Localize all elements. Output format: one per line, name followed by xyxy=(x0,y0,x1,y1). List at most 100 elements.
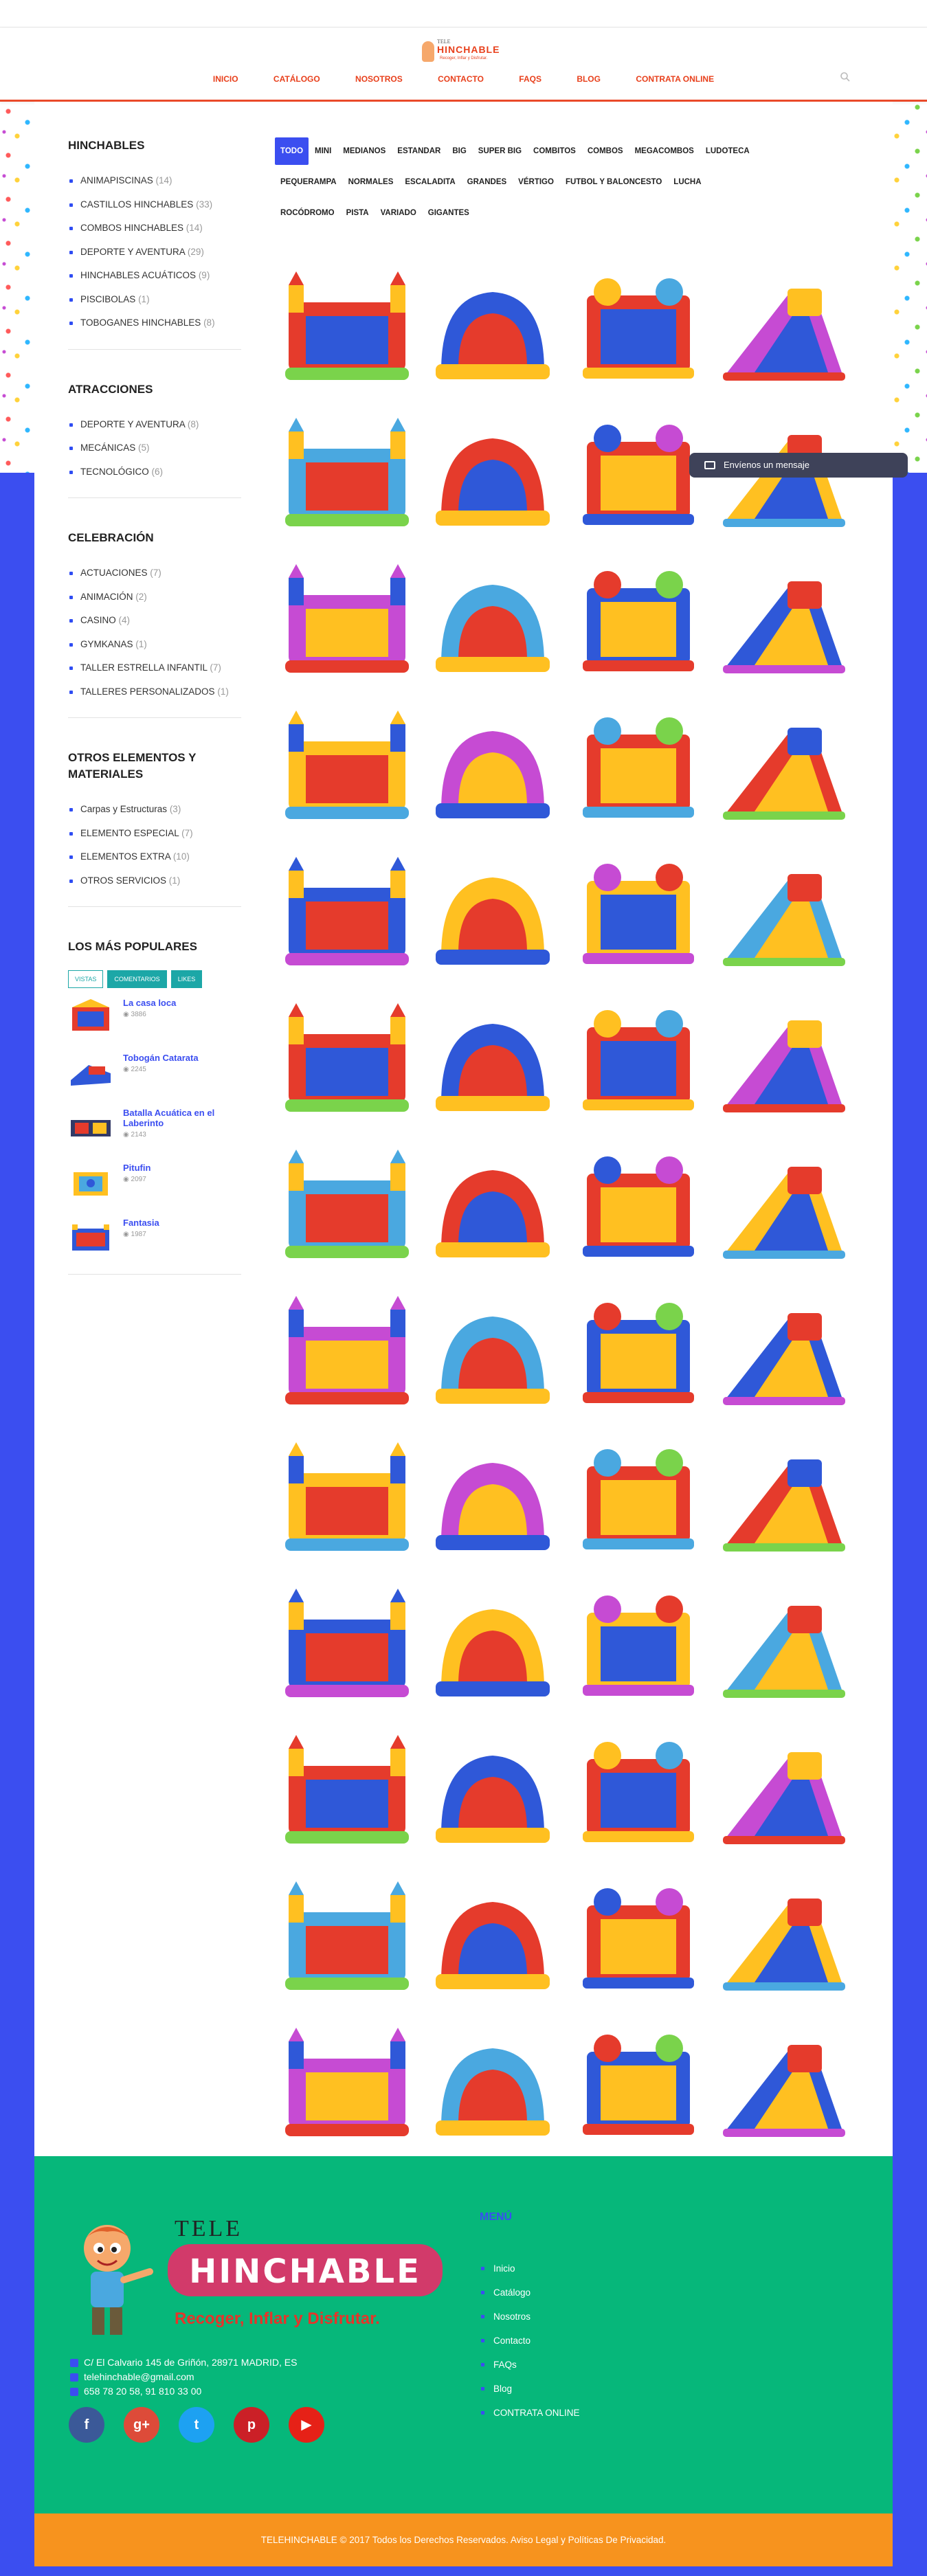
category-item[interactable]: ACTUACIONES (7) xyxy=(68,561,241,585)
tab-likes[interactable]: LIKES xyxy=(170,970,203,988)
product-thumbnail[interactable] xyxy=(712,254,856,399)
popular-item[interactable]: Batalla Acuática en el Laberinto ◉ 2143 xyxy=(68,1108,241,1150)
footer-menu-item[interactable]: Nosotros xyxy=(480,2305,580,2329)
product-thumbnail[interactable] xyxy=(275,1279,419,1423)
product-thumbnail[interactable] xyxy=(421,986,565,1130)
product-thumbnail[interactable] xyxy=(421,2011,565,2155)
product-thumbnail[interactable] xyxy=(566,693,711,838)
product-thumbnail[interactable] xyxy=(275,986,419,1130)
product-thumbnail[interactable] xyxy=(68,998,113,1033)
footer-menu-item[interactable]: Catálogo xyxy=(480,2281,580,2305)
category-item[interactable]: CASTILLOS HINCHABLES (33) xyxy=(68,193,241,217)
twitter-icon[interactable]: t xyxy=(179,2407,214,2443)
category-item[interactable]: ELEMENTOS EXTRA (10) xyxy=(68,845,241,869)
product-thumbnail[interactable] xyxy=(712,693,856,838)
category-item[interactable]: ANIMACIÓN (2) xyxy=(68,585,241,609)
product-thumbnail[interactable] xyxy=(712,986,856,1130)
product-thumbnail[interactable] xyxy=(421,840,565,984)
product-thumbnail[interactable] xyxy=(712,1571,856,1716)
nav-faqs[interactable]: FAQS xyxy=(519,74,541,84)
filter-gigantes[interactable]: GIGANTES xyxy=(423,199,475,227)
email-link[interactable]: telehinchable@gmail.com xyxy=(84,2371,194,2382)
product-thumbnail[interactable] xyxy=(712,840,856,984)
phone-number[interactable]: 658 78 20 58, 91 810 33 00 xyxy=(84,2386,201,2397)
nav-inicio[interactable]: INICIO xyxy=(213,74,238,84)
filter-futbol-baloncesto[interactable]: FUTBOL Y BALONCESTO xyxy=(560,168,667,196)
footer-menu-item[interactable]: Inicio xyxy=(480,2256,580,2281)
product-thumbnail[interactable] xyxy=(712,1425,856,1569)
product-thumbnail[interactable] xyxy=(68,1163,113,1198)
product-thumbnail[interactable] xyxy=(421,1571,565,1716)
filter-ludoteca[interactable]: LUDOTECA xyxy=(700,137,755,165)
filter-variado[interactable]: VARIADO xyxy=(375,199,422,227)
product-thumbnail[interactable] xyxy=(421,1132,565,1277)
footer-menu-item[interactable]: CONTRATA ONLINE xyxy=(480,2401,580,2425)
footer-menu-item[interactable]: Blog xyxy=(480,2377,580,2401)
product-thumbnail[interactable] xyxy=(275,1425,419,1569)
product-thumbnail[interactable] xyxy=(275,547,419,691)
nav-blog[interactable]: BLOG xyxy=(577,74,601,84)
category-item[interactable]: CASINO (4) xyxy=(68,609,241,633)
category-item[interactable]: TOBOGANES HINCHABLES (8) xyxy=(68,311,241,335)
popular-item[interactable]: Tobogán Catarata ◉ 2245 xyxy=(68,1053,241,1095)
filter-normales[interactable]: NORMALES xyxy=(343,168,399,196)
product-thumbnail[interactable] xyxy=(275,1132,419,1277)
category-item[interactable]: Carpas y Estructuras (3) xyxy=(68,798,241,822)
nav-contacto[interactable]: CONTACTO xyxy=(438,74,484,84)
product-thumbnail[interactable] xyxy=(566,1279,711,1423)
category-item[interactable]: TALLERES PERSONALIZADOS (1) xyxy=(68,680,241,704)
product-thumbnail[interactable] xyxy=(566,1571,711,1716)
filter-rocodromo[interactable]: ROCÓDROMO xyxy=(275,199,340,227)
filter-pista[interactable]: PISTA xyxy=(341,199,375,227)
filter-big[interactable]: BIG xyxy=(447,137,471,165)
facebook-icon[interactable]: f xyxy=(69,2407,104,2443)
footer-menu-item[interactable]: FAQs xyxy=(480,2353,580,2377)
product-thumbnail[interactable] xyxy=(421,1864,565,2008)
category-item[interactable]: TECNOLÓGICO (6) xyxy=(68,460,241,484)
popular-title[interactable]: La casa loca xyxy=(123,998,176,1008)
filter-todo[interactable]: TODO xyxy=(275,137,309,165)
youtube-icon[interactable]: ▶ xyxy=(289,2407,324,2443)
product-thumbnail[interactable] xyxy=(421,1425,565,1569)
product-thumbnail[interactable] xyxy=(421,401,565,545)
product-thumbnail[interactable] xyxy=(566,2011,711,2155)
product-thumbnail[interactable] xyxy=(566,840,711,984)
product-thumbnail[interactable] xyxy=(275,840,419,984)
popular-title[interactable]: Tobogán Catarata xyxy=(123,1053,199,1063)
tab-vistas[interactable]: VISTAS xyxy=(68,970,104,988)
product-thumbnail[interactable] xyxy=(275,2011,419,2155)
product-thumbnail[interactable] xyxy=(421,1718,565,1862)
filter-combitos[interactable]: COMBITOS xyxy=(528,137,581,165)
product-thumbnail[interactable] xyxy=(421,1279,565,1423)
filter-mini[interactable]: MINI xyxy=(309,137,337,165)
filter-pequerampa[interactable]: PEQUERAMPA xyxy=(275,168,342,196)
nav-catalogo[interactable]: CATÁLOGO xyxy=(273,74,320,84)
category-item[interactable]: PISCIBOLAS (1) xyxy=(68,288,241,312)
product-thumbnail[interactable] xyxy=(566,547,711,691)
category-item[interactable]: COMBOS HINCHABLES (14) xyxy=(68,216,241,240)
product-thumbnail[interactable] xyxy=(421,254,565,399)
product-thumbnail[interactable] xyxy=(566,1425,711,1569)
category-item[interactable]: TALLER ESTRELLA INFANTIL (7) xyxy=(68,656,241,680)
category-item[interactable]: ELEMENTO ESPECIAL (7) xyxy=(68,822,241,846)
filter-combos[interactable]: COMBOS xyxy=(582,137,629,165)
category-item[interactable]: HINCHABLES ACUÁTICOS (9) xyxy=(68,264,241,288)
product-thumbnail[interactable] xyxy=(68,1053,113,1088)
nav-nosotros[interactable]: NOSOTROS xyxy=(355,74,403,84)
product-thumbnail[interactable] xyxy=(712,2011,856,2155)
category-item[interactable]: GYMKANAS (1) xyxy=(68,633,241,657)
product-thumbnail[interactable] xyxy=(275,1718,419,1862)
product-thumbnail[interactable] xyxy=(68,1218,113,1253)
popular-item[interactable]: La casa loca ◉ 3886 xyxy=(68,998,241,1040)
product-thumbnail[interactable] xyxy=(566,1718,711,1862)
product-thumbnail[interactable] xyxy=(566,1864,711,2008)
tab-comentarios[interactable]: COMENTARIOS xyxy=(107,970,167,988)
search-icon[interactable] xyxy=(840,71,851,82)
filter-grandes[interactable]: GRANDES xyxy=(462,168,513,196)
product-thumbnail[interactable] xyxy=(275,1864,419,2008)
nav-contrata-online[interactable]: CONTRATA ONLINE xyxy=(636,74,714,84)
popular-title[interactable]: Pitufin xyxy=(123,1163,150,1173)
filter-megacombos[interactable]: MEGACOMBOS xyxy=(629,137,700,165)
category-item[interactable]: DEPORTE Y AVENTURA (8) xyxy=(68,413,241,437)
product-thumbnail[interactable] xyxy=(275,1571,419,1716)
